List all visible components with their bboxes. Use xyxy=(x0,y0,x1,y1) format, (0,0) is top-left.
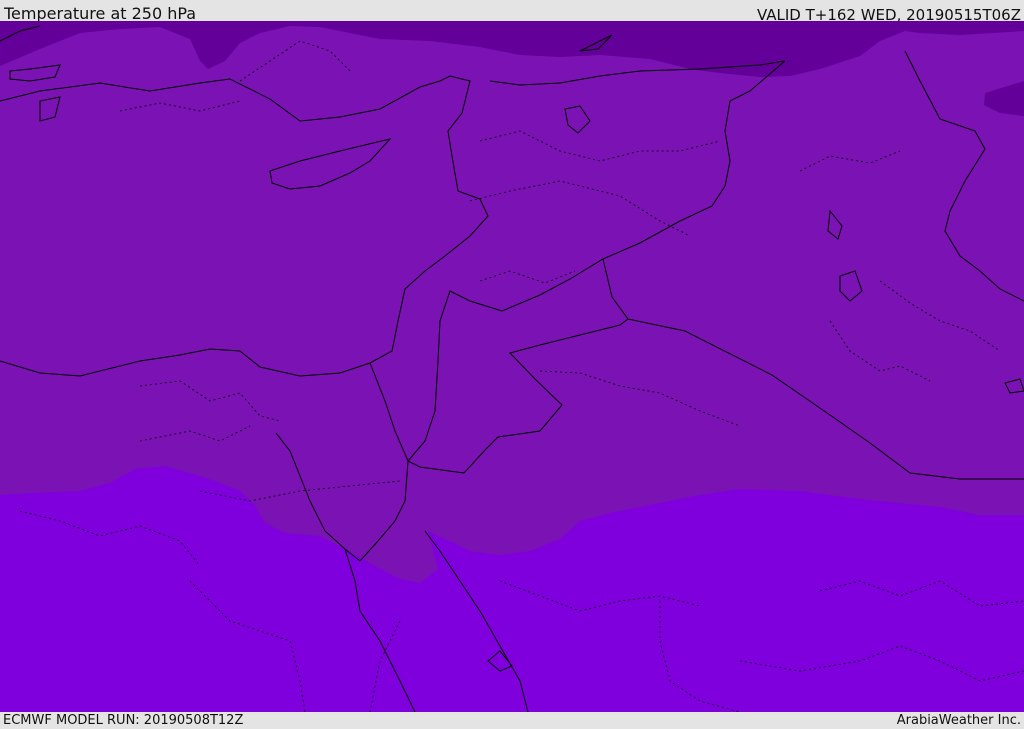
weather-map xyxy=(0,21,1024,712)
header-bar: Temperature at 250 hPa VALID T+162 WED, … xyxy=(0,0,1024,24)
credit-label: ArabiaWeather Inc. xyxy=(896,713,1021,728)
map-svg xyxy=(0,21,1024,712)
footer-bar: ECMWF MODEL RUN: 20190508T12Z ArabiaWeat… xyxy=(0,712,1024,729)
model-run-label: ECMWF MODEL RUN: 20190508T12Z xyxy=(3,713,244,728)
